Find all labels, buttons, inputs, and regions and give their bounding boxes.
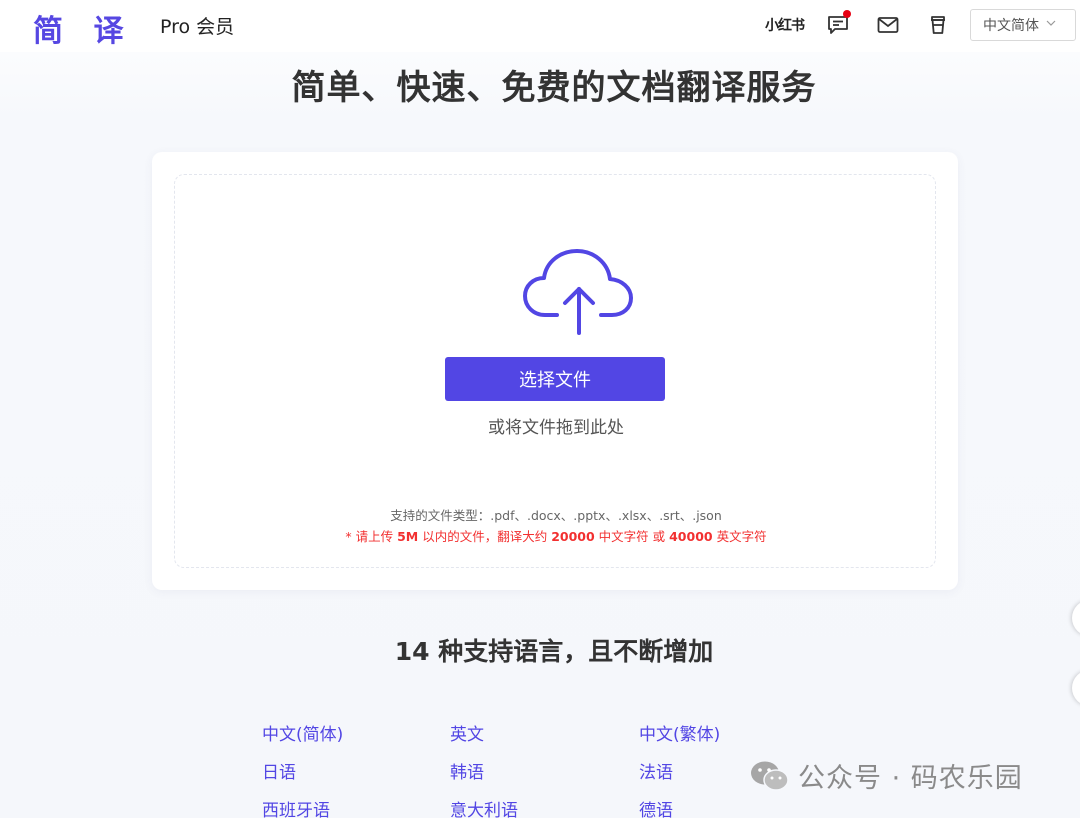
size-note-size: 5M	[397, 529, 419, 544]
language-selector-value: 中文简体	[983, 18, 1039, 34]
upload-card: 选择文件 或将文件拖到此处 支持的文件类型：.pdf、.docx、.pptx、.…	[152, 152, 958, 590]
language-item-en[interactable]: 英文	[450, 720, 484, 745]
language-item-es[interactable]: 西班牙语	[262, 796, 330, 818]
chevron-down-icon	[1045, 17, 1057, 33]
size-note-en-label: 英文字符	[712, 529, 767, 544]
mail-icon[interactable]	[870, 7, 906, 43]
cloud-upload-icon	[523, 249, 633, 335]
size-note-cn-label: 中文字符 或	[594, 529, 670, 544]
header-actions: 小红书 中文简体	[765, 7, 1076, 43]
language-selector[interactable]: 中文简体	[970, 9, 1076, 41]
language-item-ko[interactable]: 韩语	[450, 758, 484, 783]
language-item-zh-hant[interactable]: 中文(繁体)	[639, 720, 720, 745]
page-headline: 简单、快速、免费的文档翻译服务	[291, 68, 817, 108]
language-item-fr[interactable]: 法语	[639, 758, 673, 783]
wechat-icon	[751, 761, 789, 791]
size-note-cn-count: 20000	[551, 529, 595, 544]
top-navbar: 简 译 Pro 会员 小红书 中文简体	[0, 0, 1080, 52]
file-dropzone[interactable]: 选择文件 或将文件拖到此处 支持的文件类型：.pdf、.docx、.pptx、.…	[174, 174, 936, 568]
cup-icon[interactable]	[920, 7, 956, 43]
xiaohongshu-icon[interactable]: 小红书	[765, 15, 805, 35]
logo[interactable]: 简 译	[33, 6, 133, 50]
language-item-zh-hans[interactable]: 中文(简体)	[262, 720, 343, 745]
notification-dot	[843, 10, 851, 18]
supported-languages-title: 14 种支持语言，且不断增加	[394, 637, 714, 666]
upload-size-note: * 请上传 5M 以内的文件，翻译大约 20000 中文字符 或 40000 英…	[175, 526, 937, 545]
feedback-icon[interactable]	[820, 7, 856, 43]
pro-membership-link[interactable]: Pro 会员	[160, 12, 234, 39]
size-note-prefix: * 请上传	[345, 529, 398, 544]
floating-side-button[interactable]	[1072, 600, 1080, 636]
language-item-de[interactable]: 德语	[639, 796, 673, 818]
language-item-ja[interactable]: 日语	[262, 758, 296, 783]
drag-hint: 或将文件拖到此处	[488, 418, 624, 438]
page: 简 译 Pro 会员 小红书 中文简体 简单、快速、免费的文档翻译服务 选择文件…	[0, 0, 1080, 818]
supported-file-types: 支持的文件类型：.pdf、.docx、.pptx、.xlsx、.srt、.jso…	[390, 508, 722, 523]
watermark-text: 公众号 · 码农乐园	[798, 763, 1023, 794]
language-item-it[interactable]: 意大利语	[450, 796, 518, 818]
size-note-mid: 以内的文件，翻译大约	[418, 529, 552, 544]
size-note-en-count: 40000	[669, 529, 713, 544]
floating-side-button[interactable]	[1072, 670, 1080, 706]
wechat-watermark: 公众号 · 码农乐园	[750, 756, 1023, 795]
select-file-button[interactable]: 选择文件	[445, 357, 665, 401]
